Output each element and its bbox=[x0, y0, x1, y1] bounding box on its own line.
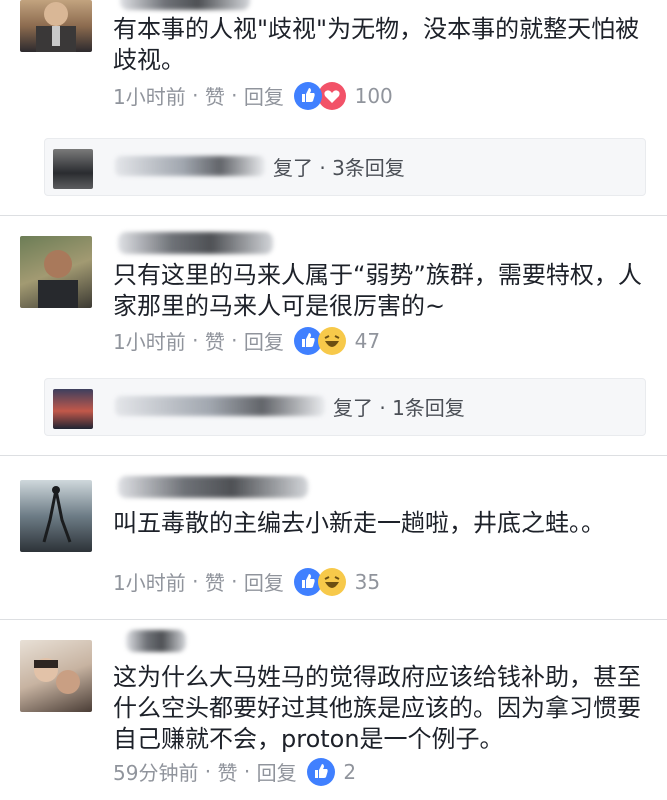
figure-art-icon bbox=[42, 486, 72, 543]
haha-icon[interactable] bbox=[318, 326, 347, 355]
reaction-count[interactable]: 2 bbox=[343, 760, 356, 784]
comment-text: 这为什么大马姓马的觉得政府应该给钱补助，甚至什么空头都要好过其他族是应该的。因为… bbox=[113, 663, 641, 753]
haha-icon[interactable] bbox=[318, 567, 347, 596]
commenter-avatar[interactable] bbox=[20, 640, 92, 712]
reply-summary-text: 复了 · 1条回复 bbox=[333, 396, 465, 420]
like-button[interactable]: 赞 bbox=[218, 761, 238, 785]
comment-meta: 1小时前 · 赞 · 回复 35 bbox=[113, 567, 381, 596]
couple-photo-icon bbox=[34, 658, 80, 694]
comment-meta: 59分钟前 · 赞 · 回复 2 bbox=[113, 757, 357, 786]
commenter-name[interactable] bbox=[118, 232, 273, 254]
like-button[interactable]: 赞 bbox=[205, 571, 225, 595]
like-icon[interactable] bbox=[294, 81, 323, 110]
reply-summary-text: 复了 · 3条回复 bbox=[273, 156, 405, 180]
reaction-count[interactable]: 100 bbox=[355, 84, 393, 108]
comment-text: 只有这里的马来人属于“弱势”族群，需要特权，人家那里的马来人可是很厉害的~ bbox=[113, 261, 642, 320]
reply-button[interactable]: 回复 bbox=[244, 330, 284, 354]
reply-author-name bbox=[115, 396, 325, 416]
person-photo-icon bbox=[36, 2, 76, 52]
reaction-count[interactable]: 35 bbox=[355, 570, 380, 594]
reply-avatar bbox=[53, 389, 93, 429]
reply-author-name bbox=[115, 156, 265, 176]
like-button[interactable]: 赞 bbox=[205, 85, 225, 109]
commenter-avatar[interactable] bbox=[20, 236, 92, 308]
comment-time: 59分钟前 bbox=[113, 761, 199, 785]
commenter-avatar[interactable] bbox=[20, 0, 92, 52]
comment-text: 叫五毒散的主编去小新走一趟啦，井底之蛙。。 bbox=[113, 509, 605, 537]
commenter-name[interactable] bbox=[120, 0, 250, 10]
comment-meta: 1小时前 · 赞 · 回复 100 bbox=[113, 81, 393, 110]
comment-time: 1小时前 bbox=[113, 330, 186, 354]
comment-3: 叫五毒散的主编去小新走一趟啦，井底之蛙。。 1小时前 · 赞 · 回复 35 bbox=[0, 456, 667, 619]
reply-summary[interactable]: 复了 · 3条回复 bbox=[44, 138, 646, 196]
reply-button[interactable]: 回复 bbox=[244, 85, 284, 109]
comment-2: 只有这里的马来人属于“弱势”族群，需要特权，人家那里的马来人可是很厉害的~ 1小… bbox=[0, 216, 667, 455]
commenter-avatar[interactable] bbox=[20, 480, 92, 552]
like-icon[interactable] bbox=[306, 757, 335, 786]
like-button[interactable]: 赞 bbox=[205, 330, 225, 354]
comment-meta: 1小时前 · 赞 · 回复 47 bbox=[113, 326, 381, 355]
comment-time: 1小时前 bbox=[113, 571, 186, 595]
commenter-name[interactable] bbox=[118, 476, 308, 498]
comment-4: 这为什么大马姓马的觉得政府应该给钱补助，甚至什么空头都要好过其他族是应该的。因为… bbox=[0, 620, 667, 800]
commenter-name[interactable] bbox=[126, 630, 186, 652]
reaction-count[interactable]: 47 bbox=[355, 329, 380, 353]
reply-summary[interactable]: 复了 · 1条回复 bbox=[44, 378, 646, 436]
reply-button[interactable]: 回复 bbox=[257, 761, 297, 785]
reply-avatar bbox=[53, 149, 93, 189]
comment-text: 有本事的人视"歧视"为无物，没本事的就整天怕被歧视。 bbox=[113, 15, 640, 74]
reply-button[interactable]: 回复 bbox=[244, 571, 284, 595]
comment-1: 有本事的人视"歧视"为无物，没本事的就整天怕被歧视。 1小时前 · 赞 · 回复… bbox=[0, 0, 667, 215]
love-icon[interactable] bbox=[318, 81, 347, 110]
comment-time: 1小时前 bbox=[113, 85, 186, 109]
person-photo-icon bbox=[38, 250, 78, 308]
